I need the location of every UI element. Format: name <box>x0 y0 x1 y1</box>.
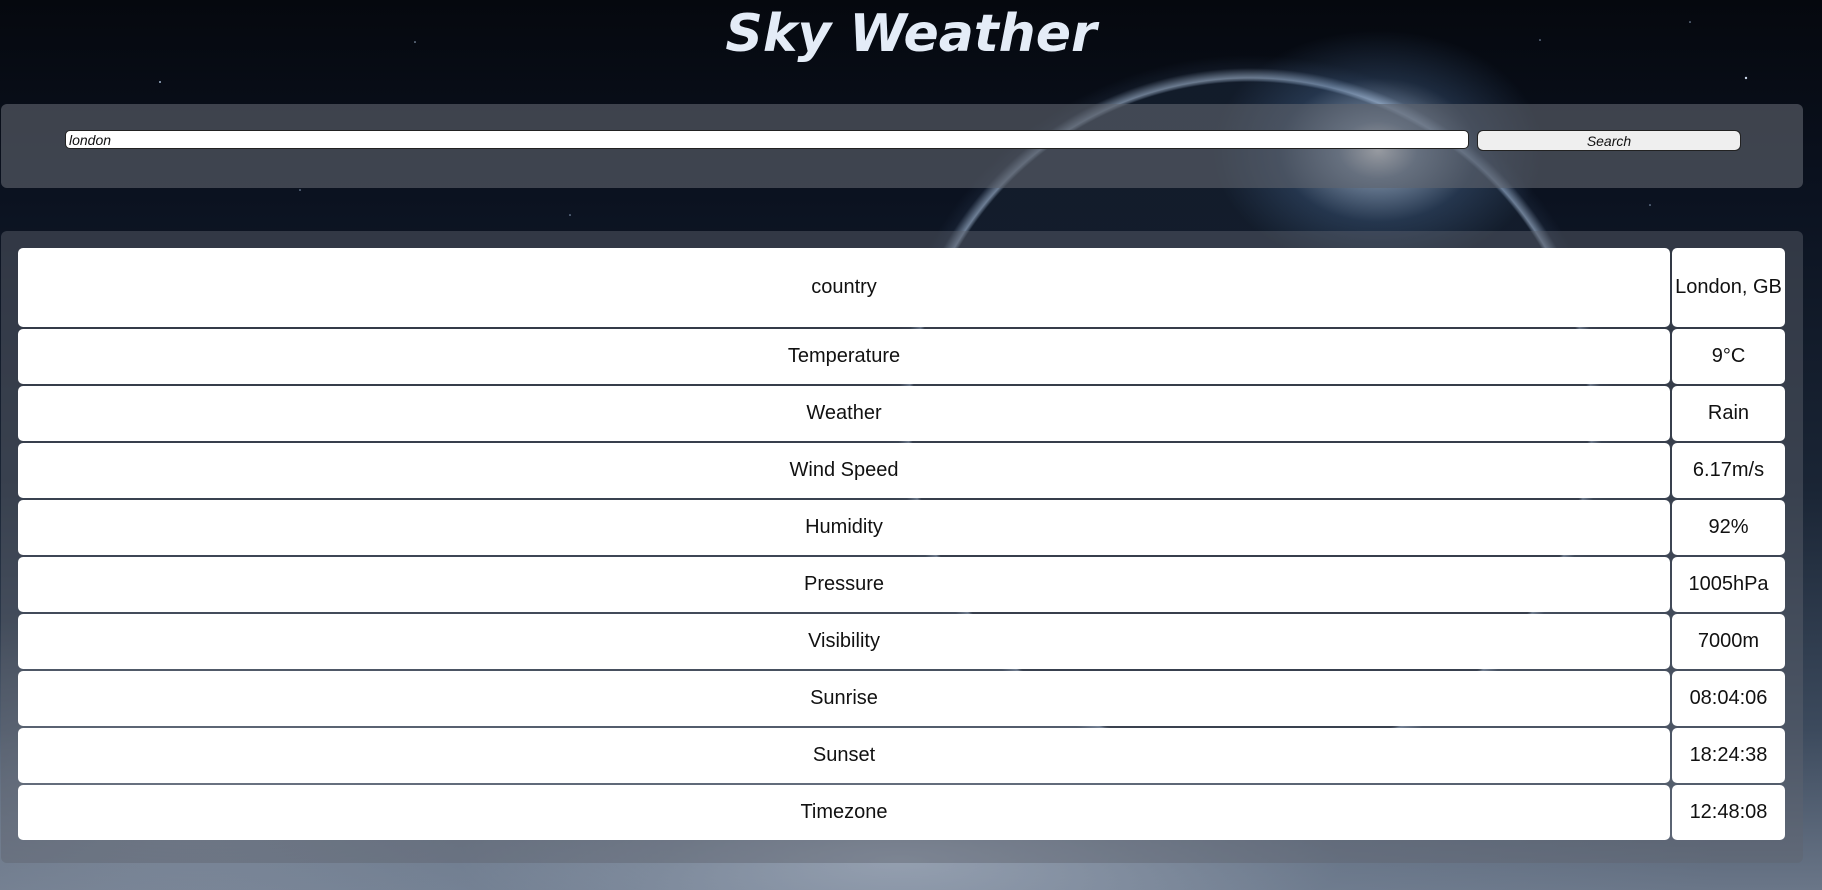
row-value: 92% <box>1672 500 1785 555</box>
row-label: Temperature <box>18 329 1670 384</box>
table-row-sunrise: Sunrise 08:04:06 <box>18 671 1785 726</box>
search-input[interactable] <box>65 130 1469 149</box>
row-label: Weather <box>18 386 1670 441</box>
table-row-temperature: Temperature 9°C <box>18 329 1785 384</box>
row-value: 1005hPa <box>1672 557 1785 612</box>
table-row-weather: Weather Rain <box>18 386 1785 441</box>
search-button[interactable]: Search <box>1477 130 1741 151</box>
row-value: 18:24:38 <box>1672 728 1785 783</box>
row-value: 08:04:06 <box>1672 671 1785 726</box>
results-panel: country London, GB Temperature 9°C Weath… <box>1 231 1803 863</box>
row-value: Rain <box>1672 386 1785 441</box>
app-title: Sky Weather <box>725 4 1097 64</box>
row-value: London, GB <box>1672 248 1785 327</box>
row-label: Sunrise <box>18 671 1670 726</box>
table-row-pressure: Pressure 1005hPa <box>18 557 1785 612</box>
row-value: 9°C <box>1672 329 1785 384</box>
search-panel: Search <box>1 104 1803 188</box>
table-row-sunset: Sunset 18:24:38 <box>18 728 1785 783</box>
row-label: Sunset <box>18 728 1670 783</box>
table-row-wind-speed: Wind Speed 6.17m/s <box>18 443 1785 498</box>
row-value: 7000m <box>1672 614 1785 669</box>
table-row-timezone: Timezone 12:48:08 <box>18 785 1785 840</box>
row-label: Wind Speed <box>18 443 1670 498</box>
table-row-country: country London, GB <box>18 248 1785 327</box>
row-value: 12:48:08 <box>1672 785 1785 840</box>
table-row-humidity: Humidity 92% <box>18 500 1785 555</box>
row-label: Timezone <box>18 785 1670 840</box>
row-value: 6.17m/s <box>1672 443 1785 498</box>
weather-results-table: country London, GB Temperature 9°C Weath… <box>16 246 1787 842</box>
row-label: Humidity <box>18 500 1670 555</box>
row-label: country <box>18 248 1670 327</box>
row-label: Visibility <box>18 614 1670 669</box>
row-label: Pressure <box>18 557 1670 612</box>
table-row-visibility: Visibility 7000m <box>18 614 1785 669</box>
